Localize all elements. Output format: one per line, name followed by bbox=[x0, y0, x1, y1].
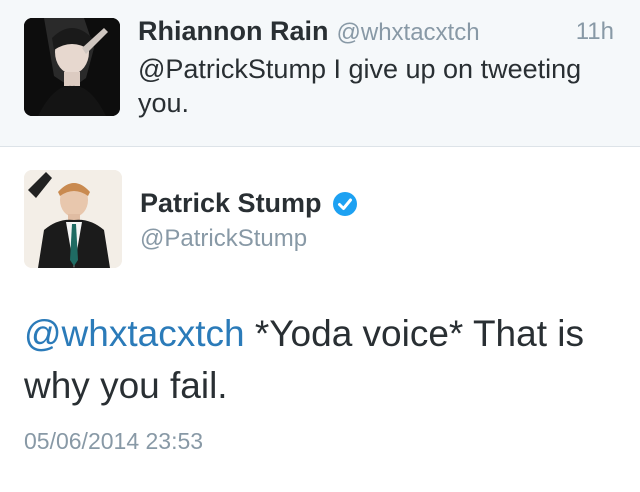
main-author-line: Patrick Stump bbox=[140, 188, 358, 219]
rhiannon-avatar[interactable] bbox=[24, 18, 120, 116]
patrick-avatar[interactable] bbox=[24, 170, 122, 268]
reply-text: @PatrickStump I give up on tweeting you. bbox=[138, 54, 582, 118]
rhiannon-avatar-image bbox=[24, 18, 120, 116]
main-author-handle[interactable]: @PatrickStump bbox=[140, 225, 307, 253]
main-author-name[interactable]: Patrick Stump bbox=[140, 188, 322, 219]
tweet-timestamp: 05/06/2014 23:53 bbox=[24, 428, 204, 454]
mention-link[interactable]: @whxtacxtch bbox=[24, 313, 245, 354]
reply-time: 11h bbox=[575, 18, 614, 45]
verified-badge-icon bbox=[332, 191, 357, 216]
in-reply-to-tweet[interactable]: Rhiannon Rain @whxtacxtch 11h @PatrickStu… bbox=[0, 0, 640, 147]
reply-author-handle[interactable]: @whxtacxtch bbox=[337, 19, 480, 46]
main-tweet-text: @whxtacxtch *Yoda voice* That is why you… bbox=[24, 308, 624, 412]
reply-author-name[interactable]: Rhiannon Rain bbox=[138, 16, 329, 46]
reply-author-line: Rhiannon Rain @whxtacxtch bbox=[138, 16, 480, 47]
patrick-avatar-image bbox=[24, 170, 122, 268]
